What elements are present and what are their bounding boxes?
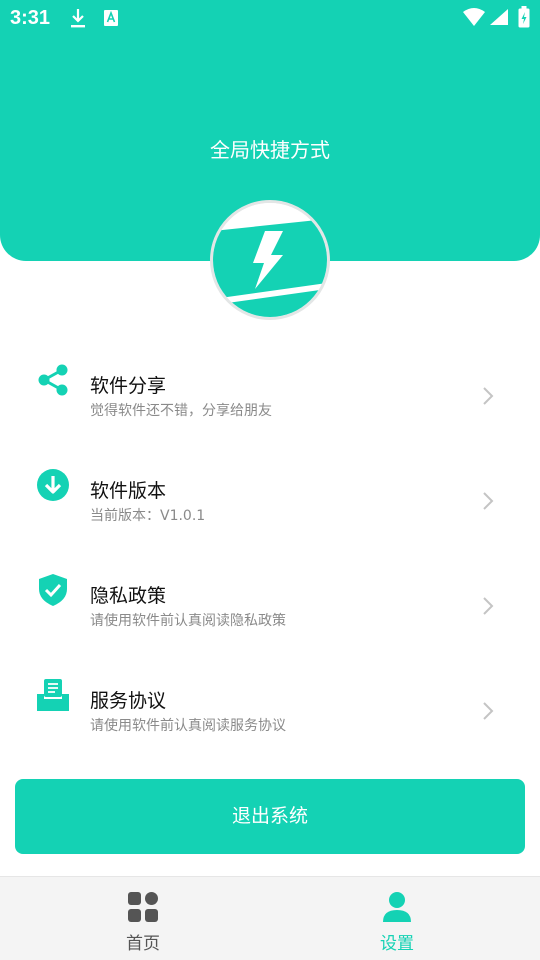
nav-label-settings: 设置 bbox=[380, 934, 414, 954]
battery-icon bbox=[518, 6, 530, 28]
nav-label-home: 首页 bbox=[126, 934, 160, 954]
bottom-navigation: 首页 设置 bbox=[0, 876, 540, 960]
shield-check-icon bbox=[39, 574, 67, 606]
chevron-right-icon bbox=[483, 387, 494, 405]
download-circle-icon bbox=[37, 469, 69, 501]
menu-item-privacy[interactable]: 隐私政策 请使用软件前认真阅读隐私政策 bbox=[0, 553, 540, 658]
status-bar: 3:31 bbox=[0, 0, 540, 36]
lightning-bolt-icon bbox=[213, 203, 327, 317]
document-tray-icon bbox=[37, 679, 69, 711]
chevron-right-icon bbox=[483, 492, 494, 510]
menu-item-title: 隐私政策 bbox=[90, 585, 167, 607]
page-title: 全局快捷方式 bbox=[210, 138, 330, 162]
menu-item-title: 软件分享 bbox=[90, 375, 167, 397]
chevron-right-icon bbox=[483, 702, 494, 720]
menu-item-title: 服务协议 bbox=[90, 690, 167, 712]
menu-item-subtitle: 请使用软件前认真阅读服务协议 bbox=[90, 718, 286, 734]
keyboard-status-icon bbox=[104, 10, 118, 26]
signal-icon bbox=[490, 9, 508, 25]
logout-button[interactable]: 退出系统 bbox=[15, 779, 525, 854]
download-status-icon bbox=[71, 9, 85, 28]
app-logo bbox=[210, 200, 330, 320]
settings-screen: 3:31 全局快捷方式 软件分享 觉得软件还不错，分享给朋友 软件版本 当前版本… bbox=[0, 0, 540, 960]
nav-item-settings[interactable]: 设置 bbox=[262, 877, 532, 960]
user-icon bbox=[383, 892, 411, 922]
menu-item-subtitle: 觉得软件还不错，分享给朋友 bbox=[90, 403, 272, 419]
grid-icon bbox=[128, 892, 158, 922]
menu-item-title: 软件版本 bbox=[90, 480, 167, 502]
nav-item-home[interactable]: 首页 bbox=[8, 877, 278, 960]
menu-item-terms[interactable]: 服务协议 请使用软件前认真阅读服务协议 bbox=[0, 658, 540, 763]
status-time: 3:31 bbox=[10, 7, 51, 29]
menu-item-share[interactable]: 软件分享 觉得软件还不错，分享给朋友 bbox=[0, 343, 540, 448]
share-icon bbox=[38, 364, 68, 396]
chevron-right-icon bbox=[483, 597, 494, 615]
menu-item-subtitle: 请使用软件前认真阅读隐私政策 bbox=[90, 613, 286, 629]
menu-item-version[interactable]: 软件版本 当前版本：V1.0.1 bbox=[0, 448, 540, 553]
menu-item-subtitle: 当前版本：V1.0.1 bbox=[90, 508, 206, 524]
wifi-icon bbox=[463, 8, 485, 26]
